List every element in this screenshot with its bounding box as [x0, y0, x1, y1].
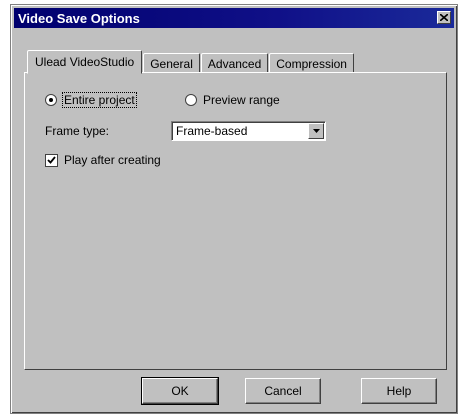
entire-project-radio[interactable]: Entire project	[45, 92, 137, 108]
preview-range-label: Preview range	[203, 93, 280, 107]
play-after-creating-label: Play after creating	[64, 153, 161, 167]
tab-advanced[interactable]: Advanced	[200, 53, 269, 73]
close-button[interactable]	[437, 11, 451, 24]
radio-unselected-icon	[185, 94, 197, 106]
cancel-button[interactable]: Cancel	[245, 378, 321, 404]
frame-type-value: Frame-based	[176, 124, 248, 138]
video-save-options-dialog: Video Save Options Ulead VideoStudio Gen…	[10, 4, 458, 414]
play-after-creating-checkbox[interactable]: Play after creating	[45, 153, 161, 167]
preview-range-radio[interactable]: Preview range	[185, 93, 280, 107]
tab-ulead-videostudio[interactable]: Ulead VideoStudio	[27, 50, 143, 74]
frame-type-label: Frame type:	[45, 124, 110, 138]
frame-type-select[interactable]: Frame-based	[171, 121, 326, 141]
radio-selected-icon	[45, 94, 57, 106]
tab-panel: Entire project Preview range Frame type:…	[24, 72, 447, 370]
chevron-down-icon	[312, 129, 320, 133]
tab-compression[interactable]: Compression	[269, 53, 354, 73]
tab-general[interactable]: General	[143, 53, 200, 73]
dialog-title: Video Save Options	[18, 10, 140, 26]
ok-button[interactable]: OK	[141, 377, 219, 405]
dropdown-button[interactable]	[308, 123, 324, 139]
entire-project-label: Entire project	[62, 92, 137, 108]
title-bar[interactable]: Video Save Options	[14, 8, 454, 28]
help-button[interactable]: Help	[361, 378, 437, 404]
tab-strip: Ulead VideoStudio General Advanced Compr…	[27, 49, 355, 74]
close-icon	[440, 14, 448, 21]
checkmark-icon	[45, 153, 58, 167]
